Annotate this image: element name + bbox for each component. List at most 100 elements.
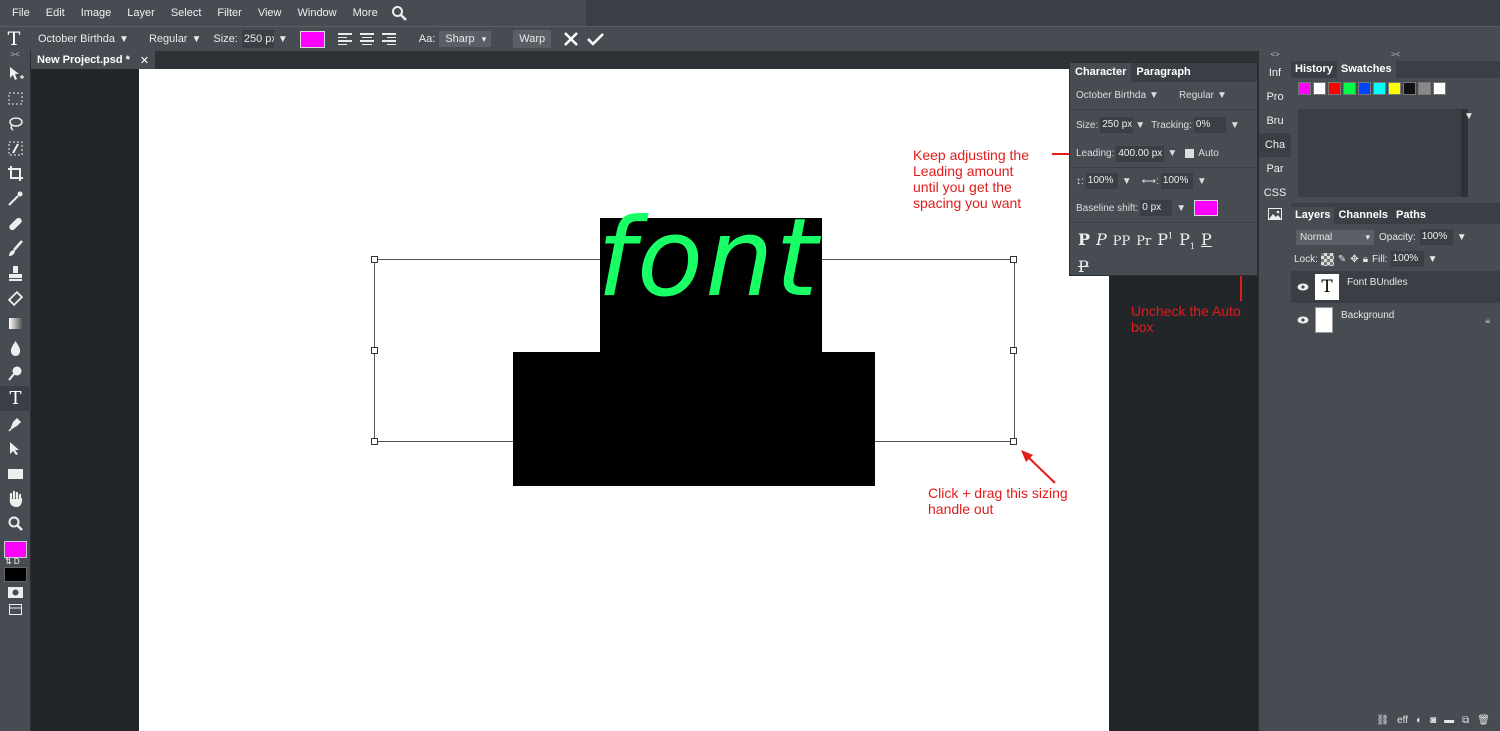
warp-button[interactable]: Warp	[513, 30, 552, 48]
horizontal-scale-input[interactable]: 100%	[1160, 173, 1193, 189]
cancel-icon[interactable]	[559, 27, 583, 51]
panel-character[interactable]: Cha	[1259, 133, 1291, 157]
char-font-family[interactable]: October Birthda	[1076, 90, 1146, 101]
chevron-down-icon[interactable]: ▼	[278, 34, 288, 45]
swatch-black[interactable]	[1403, 82, 1416, 95]
commit-check-icon[interactable]	[583, 27, 607, 51]
menu-more[interactable]: More	[345, 7, 386, 19]
swatch-gray[interactable]	[1418, 82, 1431, 95]
trash-icon[interactable]: 🗑︎	[1477, 715, 1490, 726]
layer-effects-button[interactable]: eff	[1397, 715, 1408, 726]
tab-layers[interactable]: Layers	[1291, 207, 1335, 224]
eyedropper-tool[interactable]	[0, 186, 31, 211]
subscript-icon[interactable]: P1	[1179, 230, 1195, 251]
size-field[interactable]: Size: 250 px ▼	[207, 30, 293, 48]
panel-collapse-handle[interactable]: ><	[1291, 51, 1500, 61]
dodge-tool[interactable]	[0, 361, 31, 386]
char-size-input[interactable]: 250 px	[1100, 117, 1134, 133]
swatch-red[interactable]	[1328, 82, 1341, 95]
hand-tool[interactable]	[0, 486, 31, 511]
tab-swatches[interactable]: Swatches	[1336, 61, 1396, 78]
chevron-down-icon[interactable]: ▼	[1135, 120, 1145, 131]
auto-leading-checkbox[interactable]	[1185, 149, 1195, 158]
swatch-white-2[interactable]	[1433, 82, 1446, 95]
chevron-down-icon[interactable]: ▼	[1217, 90, 1227, 101]
lock-move-icon[interactable]: ✥	[1350, 254, 1358, 265]
panel-css[interactable]: CSS	[1259, 181, 1291, 205]
search-icon[interactable]	[388, 3, 410, 23]
panel-info[interactable]: Inf	[1259, 61, 1291, 85]
panel-paragraph[interactable]: Par	[1259, 157, 1291, 181]
folder-icon[interactable]: ▬	[1444, 715, 1454, 726]
document-tab[interactable]: New Project.psd * ✕	[31, 51, 156, 69]
baseline-input[interactable]: 0 px	[1140, 200, 1173, 216]
adjustment-icon[interactable]: ◐	[1416, 715, 1422, 726]
swatch-yellow[interactable]	[1388, 82, 1401, 95]
lock-transparency-icon[interactable]	[1320, 252, 1334, 266]
layer-name[interactable]: Font BUndles	[1347, 277, 1408, 288]
align-left-icon[interactable]	[335, 30, 357, 48]
lasso-tool[interactable]	[0, 111, 31, 136]
gradient-tool[interactable]	[0, 311, 31, 336]
menu-layer[interactable]: Layer	[119, 7, 163, 19]
opacity-input[interactable]: 100%	[1419, 229, 1453, 245]
text-layer-content[interactable]: font	[597, 196, 820, 321]
align-center-icon[interactable]	[357, 30, 379, 48]
chevron-down-icon[interactable]: ▼	[1122, 176, 1132, 187]
panel-properties[interactable]: Pro	[1259, 85, 1291, 109]
shape-tool[interactable]	[0, 461, 31, 486]
char-color-swatch[interactable]	[1194, 200, 1219, 216]
layer-row[interactable]: Background 🔒︎	[1291, 304, 1500, 336]
layer-row[interactable]: T Font BUndles	[1291, 271, 1500, 303]
background-color-swatch[interactable]	[4, 567, 27, 582]
swatch-green[interactable]	[1343, 82, 1356, 95]
crop-tool[interactable]	[0, 161, 31, 186]
menu-edit[interactable]: Edit	[38, 7, 73, 19]
superscript-icon[interactable]: P1	[1157, 230, 1173, 249]
new-layer-icon[interactable]: ⧉	[1462, 715, 1469, 726]
mask-icon[interactable]: ◙	[1430, 715, 1436, 726]
panel-brush[interactable]: Bru	[1259, 109, 1291, 133]
resize-handle-bl[interactable]	[371, 438, 378, 445]
tab-paths[interactable]: Paths	[1392, 207, 1430, 224]
eye-icon[interactable]	[1297, 283, 1309, 291]
scrollbar[interactable]	[1461, 109, 1468, 197]
align-right-icon[interactable]	[379, 30, 401, 48]
quick-mask-icon[interactable]	[7, 586, 24, 602]
move-tool[interactable]	[0, 61, 31, 86]
menu-view[interactable]: View	[250, 7, 290, 19]
lock-paint-icon[interactable]: ✎	[1338, 254, 1346, 265]
strikethrough-icon[interactable]: P	[1078, 257, 1089, 276]
small-caps-icon[interactable]: Pr	[1136, 234, 1151, 249]
resize-handle-tl[interactable]	[371, 256, 378, 263]
char-leading-input[interactable]: 400.00 px	[1116, 145, 1165, 162]
zoom-tool[interactable]	[0, 511, 31, 536]
chevron-down-icon[interactable]: ▼	[1176, 203, 1186, 214]
resize-handle-br[interactable]	[1010, 438, 1017, 445]
antialias-select[interactable]: Sharp ▾	[439, 31, 492, 47]
tab-character[interactable]: Character	[1070, 63, 1132, 82]
faux-italic-icon[interactable]: P	[1096, 230, 1107, 249]
chevron-down-icon[interactable]: ▼	[1457, 232, 1467, 243]
screen-mode-icon[interactable]	[9, 604, 22, 618]
blend-mode-select[interactable]: Normal ▾	[1296, 229, 1374, 245]
resize-handle-mr[interactable]	[1010, 347, 1017, 354]
chevron-down-icon[interactable]: ▼	[1149, 90, 1159, 101]
resize-handle-ml[interactable]	[371, 347, 378, 354]
chevron-down-icon[interactable]: ▼	[1428, 254, 1438, 265]
chevron-down-icon[interactable]: ▼	[1167, 148, 1177, 159]
chevron-down-icon[interactable]: ▼	[1197, 176, 1207, 187]
swatch-magenta[interactable]	[1298, 82, 1311, 95]
quick-select-tool[interactable]	[0, 136, 31, 161]
healing-tool[interactable]	[0, 211, 31, 236]
swatch-cyan[interactable]	[1373, 82, 1386, 95]
close-icon[interactable]: ✕	[140, 54, 149, 67]
blur-tool[interactable]	[0, 336, 31, 361]
link-layers-icon[interactable]: ⛓	[1376, 715, 1389, 726]
eraser-tool[interactable]	[0, 286, 31, 311]
swatch-white[interactable]	[1313, 82, 1326, 95]
stamp-tool[interactable]	[0, 261, 31, 286]
faux-bold-icon[interactable]: P	[1078, 230, 1090, 249]
menu-select[interactable]: Select	[163, 7, 210, 19]
underline-icon[interactable]: P	[1201, 230, 1212, 249]
